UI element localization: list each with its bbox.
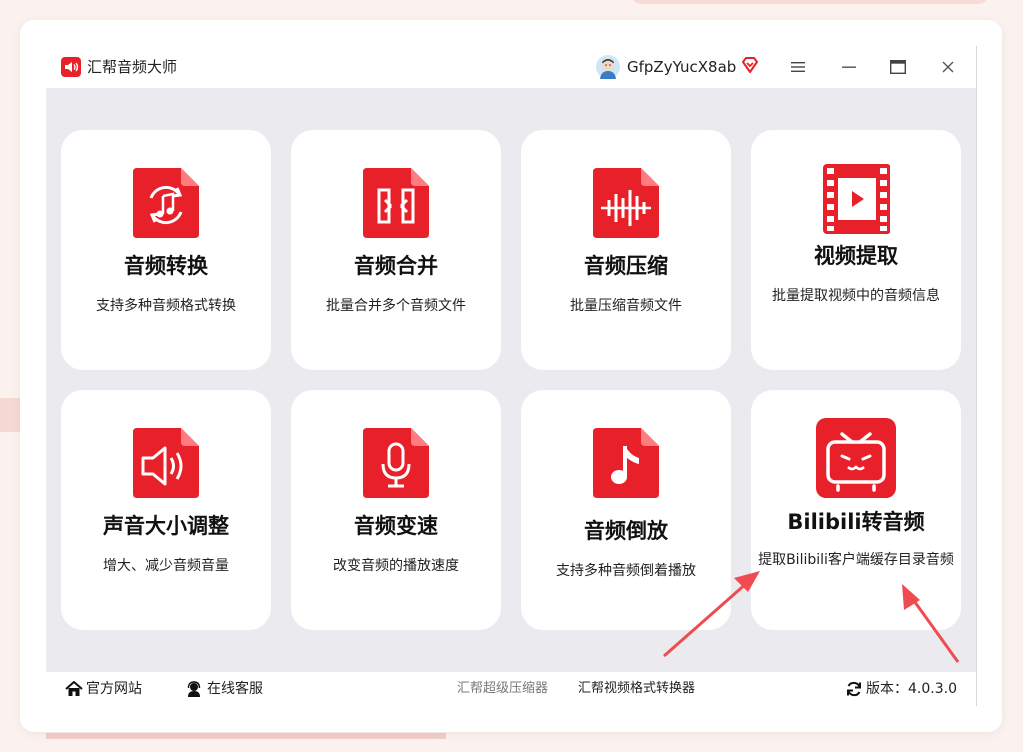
- card-description: 改变音频的播放速度: [333, 558, 459, 574]
- minimize-icon: [842, 66, 856, 68]
- card-video-extract[interactable]: 视频提取 批量提取视频中的音频信息: [751, 130, 961, 370]
- microphone-icon: [363, 428, 429, 498]
- app-logo-icon: [61, 57, 81, 77]
- official-website-label: 官方网站: [86, 681, 142, 697]
- app-window: 汇帮音频大师 GfpZyYucX8ab 音频转换 支持多种音频格式转换 音频合并…: [46, 46, 977, 706]
- compressor-link[interactable]: 汇帮超级压缩器: [457, 680, 548, 698]
- status-bar: 官方网站 在线客服 汇帮超级压缩器 汇帮视频格式转换器 版本： 4.0.3.0: [46, 672, 976, 706]
- video-converter-link[interactable]: 汇帮视频格式转换器: [578, 680, 695, 698]
- version-number: 4.0.3.0: [908, 681, 957, 697]
- card-title: 音频转换: [124, 254, 208, 278]
- video-extract-icon: [823, 164, 890, 234]
- card-audio-convert[interactable]: 音频转换 支持多种音频格式转换: [61, 130, 271, 370]
- card-title: Bilibili转音频: [787, 510, 925, 534]
- headset-icon: [187, 681, 201, 697]
- card-audio-merge[interactable]: 音频合并 批量合并多个音频文件: [291, 130, 501, 370]
- version-info[interactable]: 版本： 4.0.3.0: [846, 680, 957, 698]
- username[interactable]: GfpZyYucX8ab: [627, 56, 736, 78]
- card-title: 音频压缩: [584, 254, 668, 278]
- card-description: 批量提取视频中的音频信息: [772, 288, 940, 304]
- card-bilibili-audio[interactable]: Bilibili转音频 提取Bilibili客户端缓存目录音频: [751, 390, 961, 630]
- music-note-icon: [593, 428, 659, 498]
- card-audio-compress[interactable]: 音频压缩 批量压缩音频文件: [521, 130, 731, 370]
- background-shape: [630, 0, 990, 4]
- close-icon: [942, 61, 954, 73]
- card-title: 音频合并: [354, 254, 438, 278]
- card-audio-reverse[interactable]: 音频倒放 支持多种音频倒着播放: [521, 390, 731, 630]
- refresh-icon: [847, 681, 861, 697]
- card-title: 视频提取: [814, 244, 898, 268]
- card-description: 增大、减少音频音量: [103, 558, 229, 574]
- card-description: 支持多种音频倒着播放: [556, 563, 696, 579]
- card-description: 批量压缩音频文件: [570, 298, 682, 314]
- online-support-label: 在线客服: [207, 681, 263, 697]
- volume-adjust-icon: [133, 428, 199, 498]
- title-bar: 汇帮音频大师 GfpZyYucX8ab: [46, 46, 976, 88]
- card-description: 提取Bilibili客户端缓存目录音频: [758, 552, 954, 568]
- card-description: 支持多种音频格式转换: [96, 298, 236, 314]
- card-description: 批量合并多个音频文件: [326, 298, 466, 314]
- close-button[interactable]: [935, 54, 961, 80]
- avatar[interactable]: [596, 55, 620, 79]
- audio-compress-icon: [593, 168, 659, 238]
- card-volume-adjust[interactable]: 声音大小调整 增大、减少音频音量: [61, 390, 271, 630]
- menu-button[interactable]: [785, 54, 811, 80]
- card-title: 音频倒放: [584, 519, 668, 543]
- background-shape: [0, 398, 20, 432]
- feature-grid: 音频转换 支持多种音频格式转换 音频合并 批量合并多个音频文件 音频压缩 批量压…: [46, 88, 976, 672]
- official-website-link[interactable]: 官方网站: [65, 680, 142, 698]
- card-title: 声音大小调整: [103, 514, 229, 538]
- card-audio-speed[interactable]: 音频变速 改变音频的播放速度: [291, 390, 501, 630]
- app-title: 汇帮音频大师: [87, 58, 178, 76]
- vip-diamond-icon[interactable]: [740, 55, 760, 75]
- minimize-button[interactable]: [836, 54, 862, 80]
- version-label: 版本：: [866, 681, 908, 697]
- maximize-button[interactable]: [885, 54, 911, 80]
- home-icon: [65, 681, 83, 696]
- audio-convert-icon: [133, 168, 199, 238]
- maximize-icon: [890, 60, 906, 74]
- background-shape: [46, 733, 446, 739]
- card-title: 音频变速: [354, 514, 438, 538]
- bilibili-tv-icon: [816, 418, 896, 498]
- online-support-link[interactable]: 在线客服: [186, 680, 263, 698]
- menu-icon: [791, 62, 805, 72]
- audio-merge-icon: [363, 168, 429, 238]
